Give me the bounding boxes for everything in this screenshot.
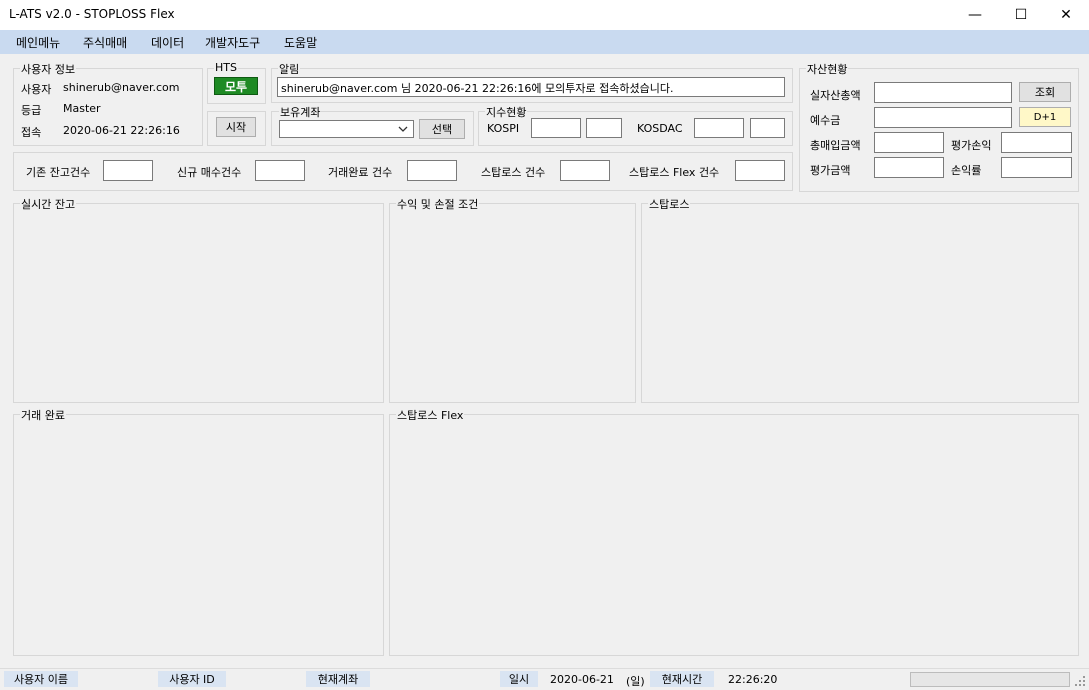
stoploss-flex-count-input[interactable] [735, 160, 785, 181]
menu-help[interactable]: 도움말 [284, 34, 317, 51]
minimize-button[interactable]: — [952, 0, 998, 30]
stoploss-count-label: 스탑로스 건수 [481, 166, 546, 179]
grade-label: 등급 [21, 104, 42, 117]
status-time-label: 현재시간 [650, 671, 714, 687]
kospi-value-input[interactable] [531, 118, 581, 138]
menu-main[interactable]: 메인메뉴 [16, 34, 60, 51]
pl-rate-input[interactable] [1001, 157, 1072, 178]
new-buy-count-label: 신규 매수건수 [177, 166, 242, 179]
close-button[interactable]: ✕ [1043, 0, 1089, 30]
stoploss-title: 스탑로스 [648, 196, 691, 212]
eval-amount-label: 평가금액 [810, 164, 851, 177]
account-select-button[interactable]: 선택 [419, 119, 465, 139]
deposit-label: 예수금 [810, 114, 841, 127]
eval-pl-label: 평가손익 [951, 139, 992, 152]
window-title: L-ATS v2.0 - STOPLOSS Flex [9, 7, 175, 21]
user-info-title: 사용자 정보 [20, 61, 77, 77]
trade-done-title: 거래 완료 [20, 407, 66, 423]
total-assets-input[interactable] [874, 82, 1012, 103]
grade-value: Master [63, 102, 101, 115]
query-button[interactable]: 조회 [1019, 82, 1071, 102]
deposit-input[interactable] [874, 107, 1012, 128]
status-date-label: 일시 [500, 671, 538, 687]
stoploss-panel [641, 203, 1079, 403]
eval-amount-input[interactable] [874, 157, 944, 178]
trade-done-count-input[interactable] [407, 160, 457, 181]
status-weekday: (일) [626, 675, 645, 688]
kospi-change-input[interactable] [586, 118, 622, 138]
existing-count-input[interactable] [103, 160, 153, 181]
new-buy-count-input[interactable] [255, 160, 305, 181]
status-progress-bar [910, 672, 1070, 687]
user-value: shinerub@naver.com [63, 81, 180, 94]
profit-condition-title: 수익 및 손절 조건 [396, 196, 480, 212]
status-time-value: 22:26:20 [728, 673, 778, 686]
status-user-name: 사용자 이름 [4, 671, 78, 687]
account-select[interactable] [279, 120, 414, 138]
total-assets-label: 실자산총액 [810, 89, 861, 102]
existing-count-label: 기존 잔고건수 [26, 166, 91, 179]
kospi-label: KOSPI [487, 122, 520, 135]
access-value: 2020-06-21 22:26:16 [63, 124, 180, 137]
status-current-account: 현재계좌 [306, 671, 370, 687]
trade-done-count-label: 거래완료 건수 [328, 166, 393, 179]
kosdaq-label: KOSDAC [637, 122, 683, 135]
account-title: 보유계좌 [279, 104, 322, 120]
kosdaq-change-input[interactable] [750, 118, 785, 138]
pl-rate-label: 손익률 [951, 164, 982, 177]
index-title: 지수현황 [485, 104, 528, 120]
alert-message: shinerub@naver.com 님 2020-06-21 22:26:16… [277, 77, 785, 97]
eval-pl-input[interactable] [1001, 132, 1072, 153]
status-date-value: 2020-06-21 [550, 673, 614, 686]
menu-dev-tools[interactable]: 개발자도구 [205, 34, 260, 51]
stoploss-flex-title: 스탑로스 Flex [396, 407, 465, 423]
status-user-id: 사용자 ID [158, 671, 226, 687]
stoploss-count-input[interactable] [560, 160, 610, 181]
access-label: 접속 [21, 126, 42, 139]
hts-title: HTS [214, 61, 238, 74]
profit-condition-panel [389, 203, 636, 403]
buy-total-input[interactable] [874, 132, 944, 153]
realtime-balance-panel [13, 203, 384, 403]
menu-data[interactable]: 데이터 [151, 34, 184, 51]
kosdaq-value-input[interactable] [694, 118, 744, 138]
d1-button[interactable]: D+1 [1019, 107, 1071, 127]
resize-grip-icon[interactable] [1074, 675, 1086, 687]
assets-title: 자산현황 [806, 61, 849, 77]
maximize-button[interactable]: ☐ [998, 0, 1044, 30]
menu-stock-trading[interactable]: 주식매매 [83, 34, 127, 51]
stoploss-flex-count-label: 스탑로스 Flex 건수 [629, 166, 720, 179]
hts-mode-button[interactable]: 모투 [214, 77, 258, 95]
stoploss-flex-panel [389, 414, 1079, 656]
buy-total-label: 총매입금액 [810, 139, 861, 152]
start-button[interactable]: 시작 [216, 117, 256, 137]
alert-title: 알림 [278, 61, 301, 77]
realtime-balance-title: 실시간 잔고 [20, 196, 77, 212]
chevron-down-icon [398, 126, 408, 132]
trade-done-panel [13, 414, 384, 656]
user-label: 사용자 [21, 83, 52, 96]
